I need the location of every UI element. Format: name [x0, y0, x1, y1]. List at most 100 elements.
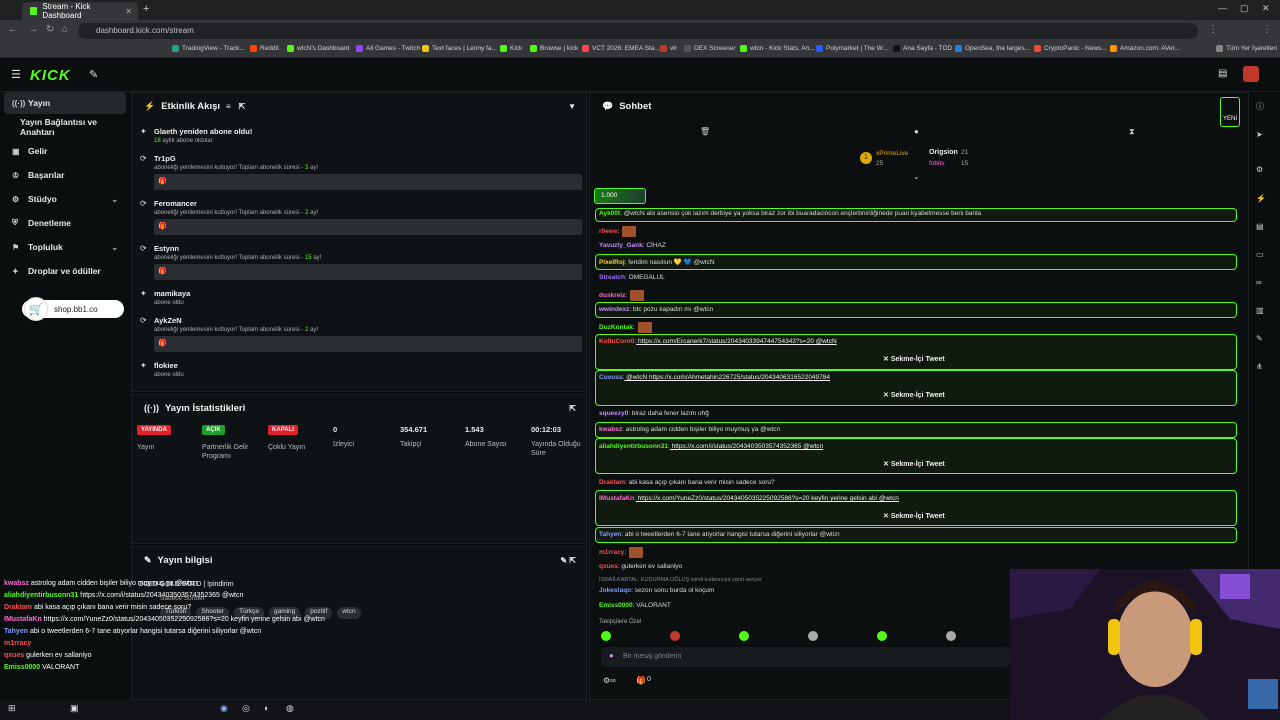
- url-input[interactable]: dashboard.kick.com/stream: [78, 23, 1198, 39]
- chat-username[interactable]: IMustafaKn: [599, 495, 634, 502]
- sidebar-item-studyo[interactable]: ⚙ Stüdyo ⌄: [4, 188, 126, 210]
- link-icon[interactable]: ∞: [1256, 278, 1262, 287]
- chat-username[interactable]: Streatch: [599, 274, 625, 281]
- mic-icon[interactable]: ●: [609, 651, 614, 660]
- hamburger-menu-icon[interactable]: ☰: [11, 68, 21, 81]
- tweet-embed-button[interactable]: ✕ Sekme-İçi Tweet: [883, 512, 945, 520]
- maximize-icon[interactable]: ▢: [1240, 3, 1249, 14]
- chat-username[interactable]: Yavuzly_Gank: [599, 242, 643, 249]
- storage-icon[interactable]: ▥: [1256, 306, 1264, 315]
- minimize-icon[interactable]: —: [1218, 3, 1227, 13]
- steam-icon[interactable]: ◐: [264, 703, 269, 713]
- sidebar-item-basarilar[interactable]: ♔ Başarılar: [4, 164, 126, 186]
- chat-username[interactable]: Ayk00t: [599, 210, 620, 217]
- back-icon[interactable]: ←: [8, 24, 18, 35]
- home-icon[interactable]: ⌂: [62, 24, 68, 35]
- tweet-embed-button[interactable]: ✕ Sekme-İçi Tweet: [883, 355, 945, 363]
- kick-logo[interactable]: KICK: [30, 67, 71, 84]
- emote-icon[interactable]: [670, 631, 680, 641]
- sidebar-item-denetleme[interactable]: ⛨ Denetleme: [4, 212, 126, 234]
- cursor-icon[interactable]: ➤: [1256, 130, 1263, 139]
- bookmark-item[interactable]: Reddit: [250, 45, 279, 52]
- chat-username[interactable]: m1rracy: [599, 549, 624, 556]
- bookmark-item[interactable]: Kick: [500, 45, 522, 52]
- avatar[interactable]: [1243, 66, 1259, 82]
- sidebar-item-droplar[interactable]: ✦ Droplar ve ödüller: [4, 260, 126, 282]
- edit-icon[interactable]: ✎ ⇱: [560, 556, 576, 565]
- chat-username[interactable]: DuzKontak: [599, 324, 633, 331]
- chat-username[interactable]: r0ewe: [599, 228, 617, 235]
- lightning-icon[interactable]: ⚡: [1256, 194, 1266, 203]
- popout-icon[interactable]: ⇱: [239, 102, 246, 111]
- bookmark-item[interactable]: vlr: [660, 45, 677, 52]
- emote-icon[interactable]: [739, 631, 749, 641]
- chat-username[interactable]: wwindexz: [599, 306, 629, 313]
- bookmark-item[interactable]: DEX Screener: [684, 45, 736, 52]
- new-tab-icon[interactable]: +: [143, 3, 149, 15]
- chat-username[interactable]: squeezy0: [599, 410, 628, 417]
- sidebar-item-gelir[interactable]: ▣ Gelir: [4, 140, 126, 162]
- bookmark-item[interactable]: OpenSea, the larges...: [955, 45, 1030, 52]
- chat-username[interactable]: PixelRoj: [599, 259, 625, 266]
- new-messages-button[interactable]: YENİ: [1220, 97, 1240, 127]
- chat-username[interactable]: aliahdiyentirbusonn31: [599, 443, 668, 450]
- hourglass-icon[interactable]: ⧗: [1129, 127, 1135, 137]
- close-tab-icon[interactable]: ✕: [125, 7, 132, 16]
- filter-icon[interactable]: ≡: [226, 102, 231, 111]
- bookmark-item[interactable]: Browse | kick: [530, 45, 578, 52]
- discord-icon[interactable]: ◉: [220, 703, 228, 714]
- funnel-icon[interactable]: ▼: [568, 102, 576, 111]
- bookmark-item[interactable]: CryptoPanic - News...: [1034, 45, 1107, 52]
- folder-icon[interactable]: ▣: [70, 703, 79, 714]
- chat-username[interactable]: Cuvuss: [599, 374, 622, 381]
- document-icon[interactable]: ▤: [1256, 222, 1264, 231]
- emote-icon[interactable]: [946, 631, 956, 641]
- chevron-down-icon[interactable]: ⌄: [913, 172, 920, 181]
- obs-icon[interactable]: ◎: [242, 703, 250, 714]
- bookmark-item[interactable]: Text faces | Lenny fa...: [422, 45, 497, 52]
- extension-icon[interactable]: ⋮: [1208, 24, 1218, 35]
- emote-icon[interactable]: [601, 631, 611, 641]
- share-icon[interactable]: ⋔: [1256, 362, 1263, 371]
- info-icon[interactable]: ⓘ: [1256, 101, 1264, 112]
- tool-icon[interactable]: ✎: [1256, 334, 1263, 343]
- sidebar-item-topluluk[interactable]: ⚑ Topluluk ⌄: [4, 236, 126, 258]
- reload-icon[interactable]: ↻: [46, 24, 54, 35]
- tweet-embed-button[interactable]: ✕ Sekme-İçi Tweet: [883, 460, 945, 468]
- all-bookmarks[interactable]: Tüm Yer İşaretleri: [1216, 45, 1277, 52]
- notifications-icon[interactable]: ▤: [1218, 68, 1227, 79]
- sidebar-item-stream-key[interactable]: Yayın Bağlantısı ve Anahtarı: [4, 116, 126, 138]
- browser-tab[interactable]: Stream - Kick Dashboard ✕: [22, 2, 138, 20]
- trash-icon[interactable]: 🗑: [700, 127, 710, 136]
- bookmark-item[interactable]: Polymarket | The W...: [816, 45, 888, 52]
- emote-icon[interactable]: [877, 631, 887, 641]
- popout-icon[interactable]: ⇱: [569, 404, 576, 413]
- chat-username[interactable]: Tahyen: [599, 531, 621, 538]
- chrome-icon[interactable]: ◍: [286, 703, 294, 714]
- tweet-embed-button[interactable]: ✕ Sekme-İçi Tweet: [883, 391, 945, 399]
- chat-icon[interactable]: ●: [914, 127, 919, 136]
- chat-username[interactable]: Jokestaqo: [599, 587, 631, 594]
- bookmark-item[interactable]: TradingView - Track...: [172, 45, 245, 52]
- chat-username[interactable]: kwabsz: [599, 426, 622, 433]
- chat-username[interactable]: KoltuCoro0: [599, 338, 634, 345]
- settings-icon[interactable]: ⚙∞: [603, 676, 616, 685]
- settings-icon[interactable]: ⚙: [1256, 165, 1263, 174]
- bookmark-item[interactable]: wtcN's Dashboard: [287, 45, 350, 52]
- bookmark-item[interactable]: All Games - Twitch: [356, 45, 420, 52]
- pin-icon[interactable]: ✎: [89, 68, 98, 81]
- close-window-icon[interactable]: ✕: [1262, 3, 1270, 14]
- windows-start-icon[interactable]: ⊞: [8, 703, 16, 714]
- gift-icon[interactable]: 🎁: [636, 676, 646, 685]
- chat-username[interactable]: Emiss0000: [599, 602, 633, 609]
- chat-icon[interactable]: ▭: [1256, 250, 1264, 259]
- chat-username[interactable]: Draktam: [599, 479, 625, 486]
- emote-icon[interactable]: [808, 631, 818, 641]
- forward-icon[interactable]: →: [28, 24, 38, 35]
- chat-username[interactable]: qxues: [599, 563, 618, 570]
- bookmark-item[interactable]: wtcn - Kick Stats, An...: [740, 45, 815, 52]
- bookmark-item[interactable]: Ana Sayfa - TOD: [893, 45, 952, 52]
- tag-chip[interactable]: wtcn: [337, 607, 361, 619]
- chat-input[interactable]: ● Bir mesaj gönderin: [601, 647, 1010, 667]
- chat-username[interactable]: duskreiz: [599, 292, 625, 299]
